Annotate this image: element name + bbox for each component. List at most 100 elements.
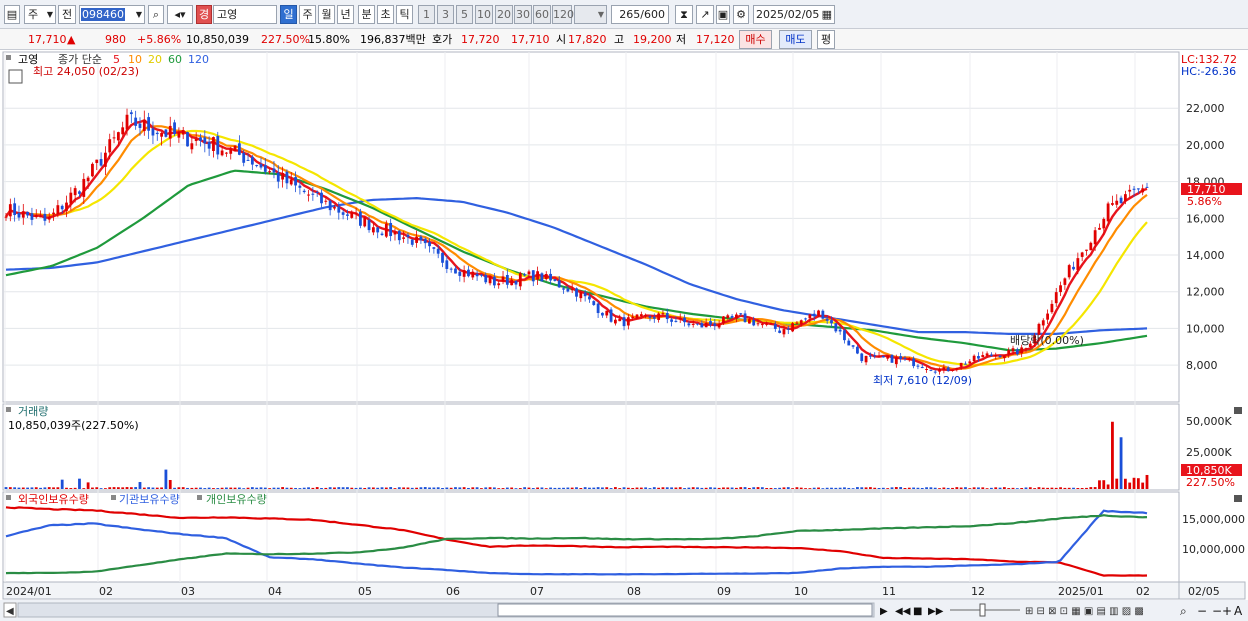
chart-type-icon[interactable]: ▤ [4, 5, 20, 24]
candle-body [324, 200, 328, 202]
stock-code-input[interactable]: 098460 ▼ [79, 5, 145, 24]
candle-body [683, 317, 686, 323]
volume-bar [436, 487, 440, 489]
stock-chart[interactable]: 22,00020,00018,00016,00014,00012,00010,0… [0, 50, 1248, 621]
volume-bar [160, 487, 163, 489]
ma20-label: 20 [148, 53, 162, 66]
period-year-tab[interactable]: 년 [337, 5, 354, 24]
volume-bar [760, 487, 764, 489]
interval-30-button[interactable]: 30 [514, 5, 532, 24]
interval-select[interactable]: ▼ [574, 5, 607, 24]
candle-body [752, 320, 756, 326]
interval-3-button[interactable]: 3 [437, 5, 454, 24]
candle-body [397, 230, 401, 241]
volume-bar [566, 487, 570, 489]
interval-60-button[interactable]: 60 [533, 5, 551, 24]
volume-bar [907, 487, 911, 489]
candle-body [8, 204, 12, 217]
candle-body [268, 171, 272, 173]
candle-body [1024, 348, 1028, 350]
candle-body [877, 355, 881, 357]
trend-tool-icon[interactable]: ↗ [696, 5, 714, 24]
chevron-down-icon: ▼ [135, 10, 142, 19]
volume-bar [946, 487, 950, 489]
tool-icons[interactable]: ⊞ ⊟ ⊠ ⊡ ▦ ▣ ▤ ▥ ▨ ▩ [1025, 606, 1144, 617]
stop-icon[interactable]: ■ [913, 606, 922, 617]
zoom-icon[interactable]: ⌕ [1180, 604, 1187, 618]
volume-bar [674, 487, 678, 489]
volume-bar [575, 487, 578, 489]
candle-body [1141, 188, 1145, 193]
interval-10-button[interactable]: 10 [475, 5, 493, 24]
zoom-slider-handle[interactable] [979, 603, 986, 617]
candle-body [899, 356, 903, 359]
buy-button[interactable]: 매수 [739, 30, 772, 49]
volume-bar [1072, 487, 1075, 489]
candle-body [825, 319, 829, 321]
maximize-icon[interactable] [1234, 495, 1242, 502]
interval-1-button[interactable]: 1 [418, 5, 435, 24]
candle-body [155, 132, 159, 135]
volume-bar [268, 488, 272, 489]
candle-body [250, 156, 254, 165]
candle-body [864, 355, 868, 363]
volume-bar [523, 487, 527, 489]
candle-body [52, 212, 55, 215]
volume-bar [817, 487, 820, 489]
font-size-icon[interactable]: A [1234, 604, 1243, 618]
arrow-right-icon[interactable]: ▶ [880, 606, 888, 617]
zoom-line-icon[interactable]: − [1212, 604, 1222, 618]
volume-bar [549, 487, 552, 489]
candle-icon[interactable]: ⧗ [675, 5, 693, 24]
high-label: 고 [614, 33, 625, 46]
period-week-tab[interactable]: 주 [299, 5, 316, 24]
volume-bar [804, 488, 807, 489]
sell-button[interactable]: 매도 [779, 30, 812, 49]
eval-button[interactable]: 평 [817, 30, 835, 49]
period-minute-tab[interactable]: 분 [358, 5, 375, 24]
save-icon[interactable]: ▣ [716, 5, 730, 24]
period-tick-tab[interactable]: 틱 [396, 5, 413, 24]
volume-bar [605, 487, 609, 489]
gear-icon[interactable]: ⚙ [733, 5, 749, 24]
zoom-in-icon[interactable]: + [1222, 604, 1232, 618]
maximize-icon[interactable] [1234, 407, 1242, 414]
period-second-tab[interactable]: 초 [377, 5, 394, 24]
volume-bar [873, 487, 877, 489]
search-icon[interactable]: ⌕ [148, 5, 164, 24]
period-month-tab[interactable]: 월 [318, 5, 335, 24]
candle-body [907, 358, 911, 360]
interval-20-button[interactable]: 20 [495, 5, 513, 24]
calculator-icon[interactable] [8, 69, 23, 84]
zoom-out-icon[interactable]: − [1197, 604, 1207, 618]
candle-body [860, 353, 864, 362]
period-day-tab[interactable]: 일 [280, 5, 297, 24]
count-field[interactable]: 265/600 [611, 5, 669, 24]
volume-bar [929, 487, 933, 489]
volume-bar [1033, 488, 1037, 489]
stock-name-field[interactable]: 고영 [213, 5, 277, 24]
volume-bar [259, 487, 263, 489]
fast-forward-icon[interactable]: ▶▶ [928, 606, 944, 617]
interval-120-button[interactable]: 120 [552, 5, 574, 24]
scroll-thumb[interactable] [497, 603, 873, 617]
volume-bar [665, 487, 669, 489]
candle-body [929, 369, 933, 371]
volume-bar [531, 488, 535, 489]
candle-body [467, 269, 470, 277]
panel-marker-icon [6, 407, 11, 412]
type-select[interactable]: 전 [58, 5, 76, 24]
candle-body [436, 248, 440, 254]
volume-bar [747, 487, 751, 489]
volume-bar [82, 488, 86, 489]
volume-bar [912, 487, 916, 489]
volume-bar [942, 487, 946, 489]
volume-bar [916, 487, 920, 489]
rewind-icon[interactable]: ◀◀ [895, 606, 911, 617]
interval-5-button[interactable]: 5 [456, 5, 473, 24]
market-select[interactable]: 주 ▼ [24, 5, 56, 24]
arrow-left-icon: ◀ [6, 606, 14, 617]
volume-bar [808, 488, 812, 489]
speaker-icon[interactable]: ◂▾ [167, 5, 193, 24]
date-field[interactable]: 2025/02/05 ▦ [753, 5, 835, 24]
